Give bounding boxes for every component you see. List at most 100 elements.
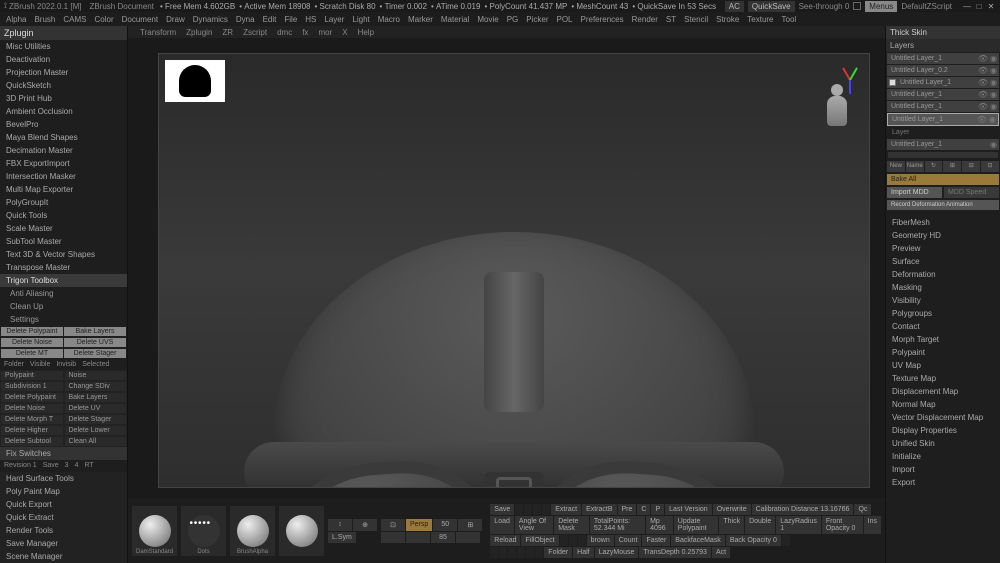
section-Normal-Map[interactable]: Normal Map bbox=[886, 398, 1000, 411]
menu-Layer[interactable]: Layer bbox=[324, 15, 344, 24]
menu-Alpha[interactable]: Alpha bbox=[6, 15, 26, 24]
layer-row[interactable]: Untitled Layer_1👁◉ bbox=[887, 89, 999, 100]
action-TransDepth-0-25793[interactable]: TransDepth 0.25793 bbox=[639, 547, 711, 558]
menu-dmc[interactable]: dmc bbox=[277, 28, 292, 37]
action-brown[interactable]: brown bbox=[587, 535, 614, 546]
menu-HS[interactable]: HS bbox=[305, 15, 316, 24]
btn-Delete-Polypaint[interactable]: Delete Polypaint bbox=[1, 327, 63, 336]
cell-Change-SDiv[interactable]: Change SDiv bbox=[64, 381, 128, 392]
menu-ZR[interactable]: ZR bbox=[222, 28, 233, 37]
action-C[interactable]: C bbox=[637, 504, 650, 515]
action-Calibration-Distance-13-16766[interactable]: Calibration Distance 13.16766 bbox=[752, 504, 854, 515]
sub-Settings[interactable]: Settings bbox=[0, 313, 127, 326]
action-BackfaceMask[interactable]: BackfaceMask bbox=[671, 535, 725, 546]
action-Act[interactable]: Act bbox=[712, 547, 730, 558]
plugin-Text-3D-&-Vector-Shapes[interactable]: Text 3D & Vector Shapes bbox=[0, 248, 127, 261]
persp-ctrl[interactable]: ⊞ bbox=[458, 519, 482, 531]
menu-Dyna[interactable]: Dyna bbox=[236, 15, 255, 24]
foot-Save-Manager[interactable]: Save Manager bbox=[0, 537, 127, 550]
layer-row[interactable]: Untitled Layer_1◉ bbox=[887, 139, 999, 150]
eye-icon[interactable]: 👁 bbox=[978, 102, 988, 111]
menu-File[interactable]: File bbox=[284, 15, 297, 24]
cell-Polypaint[interactable]: Polypaint bbox=[0, 370, 64, 381]
minimize-icon[interactable]: — bbox=[962, 2, 972, 11]
menu-Dynamics[interactable]: Dynamics bbox=[193, 15, 228, 24]
plugin-Misc-Utilities[interactable]: Misc Utilities bbox=[0, 40, 127, 53]
cell-Delete-Lower[interactable]: Delete Lower bbox=[64, 425, 128, 436]
cell-Delete-Subtool[interactable]: Delete Subtool bbox=[0, 436, 64, 447]
cell-Delete-Polypaint[interactable]: Delete Polypaint bbox=[0, 392, 64, 403]
action-Update-Polypaint[interactable]: Update Polypaint bbox=[674, 516, 719, 534]
menu-Macro[interactable]: Macro bbox=[378, 15, 400, 24]
action-Extract[interactable]: Extract bbox=[551, 504, 581, 515]
eye-icon[interactable]: 👁 bbox=[978, 90, 988, 99]
brush-DamStandard[interactable]: DamStandard bbox=[132, 506, 177, 556]
btn-Delete-MT[interactable]: Delete MT bbox=[1, 349, 63, 358]
action-Folder[interactable]: Folder bbox=[544, 547, 572, 558]
action-Save[interactable]: Save bbox=[490, 504, 514, 515]
section-Visibility[interactable]: Visibility bbox=[886, 294, 1000, 307]
cell-Clean-All[interactable]: Clean All bbox=[64, 436, 128, 447]
menu-PG[interactable]: PG bbox=[507, 15, 519, 24]
thickskin-title[interactable]: Thick Skin bbox=[886, 26, 1000, 39]
action-Angle-Of-View[interactable]: Angle Of View bbox=[515, 516, 553, 534]
plugin-Quick-Tools[interactable]: Quick Tools bbox=[0, 209, 127, 222]
section-Masking[interactable]: Masking bbox=[886, 281, 1000, 294]
layer-ctrl[interactable]: Name bbox=[906, 161, 924, 172]
cell-Bake-Layers[interactable]: Bake Layers bbox=[64, 392, 128, 403]
fix-switches[interactable]: Fix Switches bbox=[0, 447, 127, 460]
section-Polypaint[interactable]: Polypaint bbox=[886, 346, 1000, 359]
menu-Movie[interactable]: Movie bbox=[477, 15, 498, 24]
eye-icon[interactable]: 👁 bbox=[977, 115, 987, 124]
menu-X[interactable]: X bbox=[342, 28, 347, 37]
record-deform[interactable]: Record Deformation Animation bbox=[887, 200, 999, 210]
foot-Quick-Extract[interactable]: Quick Extract bbox=[0, 511, 127, 524]
cell-Delete-Morph-T[interactable]: Delete Morph T bbox=[0, 414, 64, 425]
menu-Tool[interactable]: Tool bbox=[782, 15, 797, 24]
layer-ctrl[interactable]: ⊟ bbox=[962, 161, 980, 172]
plugin-Decimation-Master[interactable]: Decimation Master bbox=[0, 144, 127, 157]
menu-POL[interactable]: POL bbox=[556, 15, 572, 24]
menu-Edit[interactable]: Edit bbox=[263, 15, 277, 24]
action-Thick[interactable]: Thick bbox=[719, 516, 744, 534]
layer-ctrl[interactable]: New bbox=[887, 161, 905, 172]
menu-Picker[interactable]: Picker bbox=[526, 15, 548, 24]
plugin-Ambient-Occlusion[interactable]: Ambient Occlusion bbox=[0, 105, 127, 118]
btn-Delete-UVS[interactable]: Delete UVS bbox=[64, 338, 126, 347]
ac-button[interactable]: AC bbox=[725, 1, 744, 12]
plugin-3D-Print-Hub[interactable]: 3D Print Hub bbox=[0, 92, 127, 105]
foot-Quick-Export[interactable]: Quick Export bbox=[0, 498, 127, 511]
section-Deformation[interactable]: Deformation bbox=[886, 268, 1000, 281]
eye-icon[interactable]: 👁 bbox=[978, 54, 988, 63]
close-icon[interactable]: ✕ bbox=[986, 2, 996, 11]
sub-Clean-Up[interactable]: Clean Up bbox=[0, 300, 127, 313]
action-Last-Version[interactable]: Last Version bbox=[665, 504, 712, 515]
section-Import[interactable]: Import bbox=[886, 463, 1000, 476]
layer-row[interactable]: Untitled Layer_1👁◉ bbox=[887, 101, 999, 112]
section-Preview[interactable]: Preview bbox=[886, 242, 1000, 255]
menu-Help[interactable]: Help bbox=[358, 28, 374, 37]
action-Ins[interactable]: Ins bbox=[864, 516, 881, 534]
layer-ctrl[interactable]: ⊡ bbox=[981, 161, 999, 172]
cell-Delete-UV[interactable]: Delete UV bbox=[64, 403, 128, 414]
action-Double[interactable]: Double bbox=[745, 516, 775, 534]
plugin-Intersection-Masker[interactable]: Intersection Masker bbox=[0, 170, 127, 183]
cell-Subdivision-1[interactable]: Subdivision 1 bbox=[0, 381, 64, 392]
menu-Texture[interactable]: Texture bbox=[747, 15, 773, 24]
menu-Zscript[interactable]: Zscript bbox=[243, 28, 267, 37]
btn-Bake-Layers[interactable]: Bake Layers bbox=[64, 327, 126, 336]
foot-Render-Tools[interactable]: Render Tools bbox=[0, 524, 127, 537]
layer-row[interactable]: Untitled Layer_1👁◉ bbox=[887, 113, 999, 126]
layer-row[interactable]: Untitled Layer_1👁◉ bbox=[887, 77, 999, 88]
action-Front-Opacity-0[interactable]: Front Opacity 0 bbox=[822, 516, 863, 534]
menu-Preferences[interactable]: Preferences bbox=[581, 15, 624, 24]
thumbnail[interactable] bbox=[165, 60, 225, 102]
plugin-SubTool-Master[interactable]: SubTool Master bbox=[0, 235, 127, 248]
persp-ctrl[interactable]: Persp bbox=[406, 519, 432, 531]
quicksave-button[interactable]: QuickSave bbox=[748, 1, 795, 12]
brush-BrushAlpha[interactable]: BrushAlpha bbox=[230, 506, 275, 556]
foot-Poly-Paint-Map[interactable]: Poly Paint Map bbox=[0, 485, 127, 498]
menu-Marker[interactable]: Marker bbox=[408, 15, 433, 24]
viewport[interactable] bbox=[158, 53, 870, 488]
menu-fx[interactable]: fx bbox=[302, 28, 308, 37]
